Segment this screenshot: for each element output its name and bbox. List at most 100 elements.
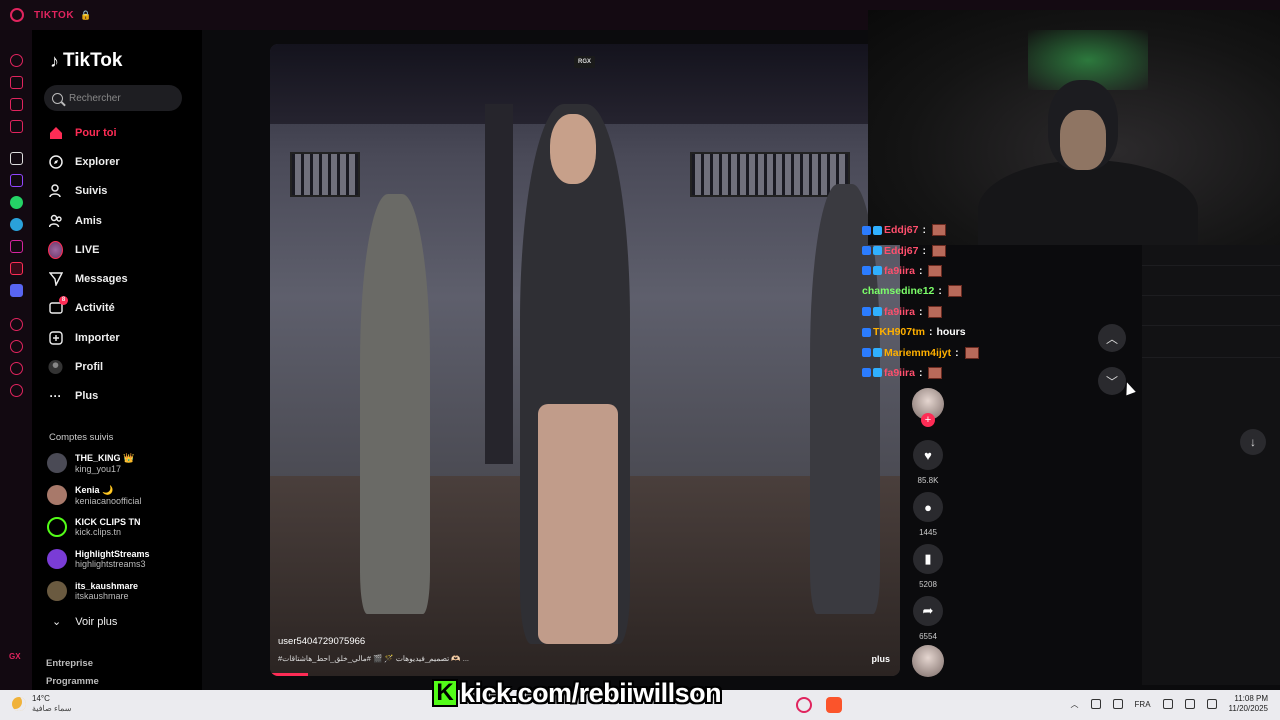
menu-item-suivis[interactable]: Suivis	[48, 177, 198, 206]
weather-widget[interactable]: 14°C سماء صافية	[12, 694, 72, 714]
share-button[interactable]: ➦ 6554	[912, 596, 944, 641]
follow-plus-icon[interactable]: +	[921, 413, 935, 427]
video-window	[690, 152, 850, 197]
tab-title[interactable]: TIKTOK	[34, 10, 74, 21]
menu-item-profil[interactable]: Profil	[48, 352, 198, 381]
brave-taskbar-icon[interactable]	[826, 697, 842, 713]
settings-icon[interactable]	[10, 384, 23, 397]
like-button[interactable]: ♥ 85.8K	[912, 440, 944, 485]
menu-item-live[interactable]: LIVE	[48, 235, 198, 264]
chat-username[interactable]: Eddj67	[884, 245, 918, 257]
menu-item-explorer[interactable]: Explorer	[48, 147, 198, 176]
tray-chevron-icon[interactable]: ︿	[1071, 699, 1079, 710]
chat-username[interactable]: Eddj67	[884, 224, 918, 236]
previous-video-button[interactable]: ︿	[1098, 324, 1126, 352]
history-icon[interactable]	[10, 54, 23, 67]
menu-item-activite[interactable]: 8 Activité	[48, 294, 198, 323]
footer-link-entreprise[interactable]: Entreprise	[46, 658, 93, 669]
activity-badge: 8	[59, 295, 68, 305]
creator-avatar[interactable]: +	[912, 388, 944, 427]
footer-link-programme[interactable]: Programme	[46, 676, 99, 687]
music-disc[interactable]	[912, 645, 944, 677]
tiktok-logo[interactable]: ♪ TikTok	[50, 50, 122, 72]
menu-label: Messages	[75, 273, 128, 286]
microphone-icon[interactable]	[1112, 699, 1123, 709]
clock-icon[interactable]	[10, 340, 23, 353]
whatsapp-icon[interactable]	[10, 196, 23, 209]
followed-account[interactable]: KICK CLIPS TN kick.clips.tn	[47, 512, 197, 542]
extensions-icon[interactable]	[10, 362, 23, 375]
chat-username[interactable]: TKH907tm	[873, 326, 925, 338]
discord-icon[interactable]	[10, 284, 23, 297]
comment-icon: ●	[913, 492, 943, 522]
menu-item-plus[interactable]: ··· Plus	[48, 382, 198, 411]
player-circle-icon[interactable]	[10, 318, 23, 331]
opera-logo-icon[interactable]	[10, 8, 24, 22]
video-caption: #تصميم_فيديوهات 🪄 🎬 #مالي_خلق_احط_هاشتاق…	[278, 654, 470, 663]
menu-item-importer[interactable]: Importer	[48, 323, 198, 352]
dancer-figure	[360, 194, 430, 614]
tiktok-note-icon: ♪	[50, 50, 59, 71]
language-indicator[interactable]: FRA	[1135, 700, 1151, 709]
compass-icon	[48, 154, 63, 169]
search-box[interactable]	[44, 85, 182, 111]
followed-account[interactable]: HighlightStreams highlightstreams3	[47, 544, 197, 574]
chat-username[interactable]: Mariemm4ijyt	[884, 347, 951, 359]
save-button[interactable]: ▮ 5208	[912, 544, 944, 589]
see-more-button[interactable]: ⌄ Voir plus	[52, 615, 117, 629]
sync-icon[interactable]	[1090, 699, 1101, 709]
telegram-icon[interactable]	[10, 218, 23, 231]
bag-icon[interactable]	[10, 76, 23, 89]
chat-emote-icon	[931, 224, 946, 237]
chat-username[interactable]: chamsedine12	[862, 285, 934, 297]
avatar	[47, 453, 67, 473]
kick-url: kick.com/rebiiwillson	[460, 677, 722, 708]
tiktok-icon[interactable]	[10, 262, 23, 275]
chat-message: fa9iira:	[862, 302, 1022, 322]
menu-item-messages[interactable]: Messages	[48, 264, 198, 293]
chat-username[interactable]: fa9iira	[884, 265, 915, 277]
clock[interactable]: 11:08 PM 11/20/2025	[1229, 694, 1268, 714]
kick-logo-icon: K	[432, 679, 458, 707]
chat-badge-icon	[862, 266, 871, 276]
followed-account[interactable]: its_kaushmare itskaushmare	[47, 576, 197, 606]
arc-icon[interactable]	[10, 152, 23, 165]
followed-account[interactable]: THE_KING 👑 king_you17	[47, 448, 197, 478]
chat-emote-icon	[964, 346, 979, 359]
followed-account[interactable]: Kenia 🌙 keniacanoofficial	[47, 480, 197, 510]
network-icon[interactable]	[1162, 699, 1173, 709]
avatar	[47, 517, 67, 537]
player-icon[interactable]	[10, 98, 23, 111]
menu-item-amis[interactable]: Amis	[48, 206, 198, 235]
chat-emote-icon	[928, 366, 943, 379]
comment-button[interactable]: ● 1445	[912, 492, 944, 537]
chat-badge-icon	[862, 307, 871, 317]
chat-separator: :	[938, 285, 942, 298]
menu-label: Suivis	[75, 185, 108, 198]
chat-username[interactable]: fa9iira	[884, 306, 915, 318]
video-username[interactable]: user5404729075966	[278, 636, 365, 647]
volume-icon[interactable]	[1184, 699, 1195, 709]
instagram-icon[interactable]	[10, 240, 23, 253]
menu-item-pour-toi[interactable]: Pour toi	[48, 118, 198, 147]
kick-banner: K kick.com/rebiiwillson	[432, 676, 722, 710]
moon-icon	[12, 697, 26, 711]
chat-separator: :	[922, 224, 926, 237]
scroll-down-button[interactable]: ↓	[1240, 429, 1266, 455]
twitch-icon[interactable]	[10, 174, 23, 187]
opera-gx-taskbar-icon[interactable]	[796, 697, 812, 713]
share-count: 6554	[919, 632, 937, 641]
chat-badge-icon	[862, 348, 871, 358]
news-icon[interactable]	[10, 120, 23, 133]
browser-sidebar: GX	[0, 30, 32, 690]
battery-icon[interactable]	[1206, 699, 1217, 709]
gx-icon[interactable]: GX	[9, 652, 21, 661]
screen: TIKTOK 🔒 GX ♪ TikTok Rechercher Pour toi…	[0, 0, 1280, 720]
dancer-face	[550, 114, 596, 184]
caption-more-button[interactable]: plus	[871, 654, 890, 664]
search-input[interactable]	[69, 92, 169, 104]
chat-username[interactable]: fa9iira	[884, 367, 915, 379]
video-progress-bar[interactable]	[270, 673, 308, 676]
next-video-button[interactable]: ﹀	[1098, 367, 1126, 395]
video-player[interactable]: RGX user5404729075966 #تصميم_فيديوهات 🪄 …	[270, 44, 900, 676]
